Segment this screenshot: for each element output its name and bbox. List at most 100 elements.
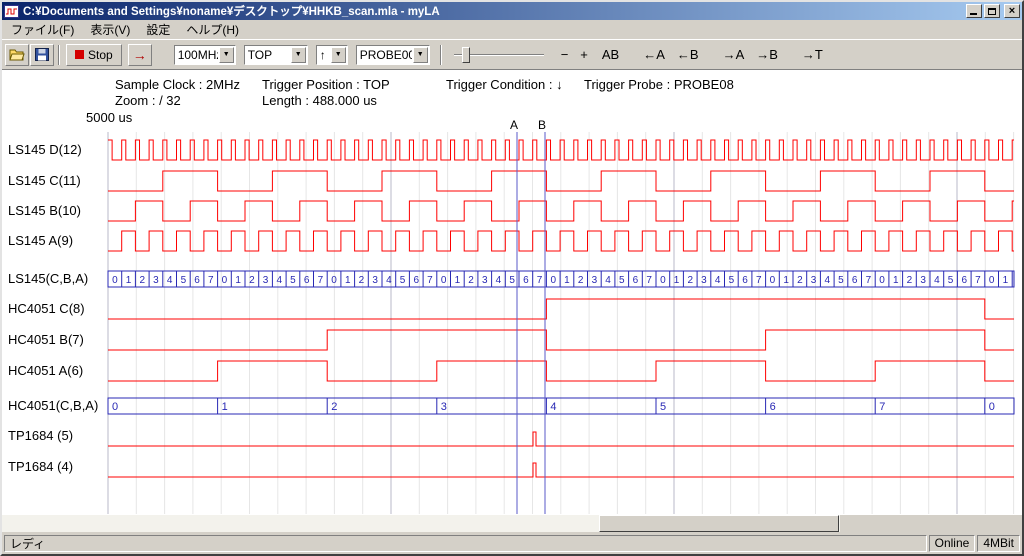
save-button[interactable] bbox=[30, 44, 54, 66]
floppy-disk-icon bbox=[35, 48, 49, 61]
bus-value: 3 bbox=[920, 275, 926, 286]
bus-value: 3 bbox=[592, 275, 598, 286]
app-icon bbox=[4, 4, 20, 18]
chevron-down-icon[interactable]: ▼ bbox=[413, 47, 428, 63]
zoom-out-button[interactable]: − bbox=[558, 44, 572, 66]
app-window: C:¥Documents and Settings¥noname¥デスクトップ¥… bbox=[0, 0, 1024, 556]
bus-value: 2 bbox=[331, 401, 337, 413]
bus-value: 3 bbox=[482, 275, 488, 286]
bus-value: 6 bbox=[852, 275, 858, 286]
cursor-label-b: B bbox=[538, 118, 546, 132]
bus-value: 1 bbox=[1003, 275, 1009, 286]
zoom-in-button[interactable]: + bbox=[577, 44, 591, 66]
sample-clock-combobox[interactable]: 100MHz ▼ bbox=[174, 45, 236, 65]
bus-value: 7 bbox=[975, 275, 981, 286]
bus-value: 3 bbox=[441, 401, 447, 413]
chevron-down-icon[interactable]: ▼ bbox=[219, 47, 234, 63]
close-button[interactable]: × bbox=[1004, 4, 1020, 18]
bus-value: 5 bbox=[619, 275, 625, 286]
scrollbar-thumb[interactable] bbox=[599, 515, 839, 532]
bus-value: 1 bbox=[345, 275, 351, 286]
goto-cursor-b-right-button[interactable]: →B bbox=[753, 44, 781, 66]
bus-value: 5 bbox=[181, 275, 187, 286]
bus-value: 1 bbox=[126, 275, 132, 286]
bus-value: 0 bbox=[331, 275, 337, 286]
sample-clock-value: 100MHz bbox=[175, 48, 218, 62]
bus-value: 1 bbox=[455, 275, 461, 286]
close-icon: × bbox=[1009, 6, 1015, 16]
bus-value: 3 bbox=[263, 275, 269, 286]
stop-label: Stop bbox=[88, 48, 113, 62]
bus-value: 6 bbox=[742, 275, 748, 286]
bus-value: 3 bbox=[811, 275, 817, 286]
bus-value: 4 bbox=[276, 275, 282, 286]
title-bar: C:¥Documents and Settings¥noname¥デスクトップ¥… bbox=[2, 2, 1022, 20]
trigger-edge-combobox[interactable]: ↑ ▼ bbox=[316, 45, 348, 65]
bus-value: 2 bbox=[249, 275, 255, 286]
zoom-slider-thumb[interactable] bbox=[462, 47, 470, 63]
ab-range-button[interactable]: AB bbox=[599, 44, 622, 66]
goto-cursor-a-left-button[interactable]: ←A bbox=[640, 44, 668, 66]
status-online: Online bbox=[929, 535, 976, 552]
bus-value: 7 bbox=[427, 275, 433, 286]
bus-value: 1 bbox=[564, 275, 570, 286]
bus-value: 4 bbox=[824, 275, 830, 286]
horizontal-scrollbar[interactable] bbox=[2, 515, 840, 532]
bus-value: 5 bbox=[400, 275, 406, 286]
waveform-plot[interactable]: 0123456701234567012345670123456701234567… bbox=[2, 70, 1022, 516]
maximize-button[interactable] bbox=[984, 4, 1000, 18]
cursor-label-a: A bbox=[510, 118, 518, 132]
bus-value: 7 bbox=[318, 275, 324, 286]
menu-view[interactable]: 表示(V) bbox=[82, 19, 138, 41]
chevron-down-icon[interactable]: ▼ bbox=[291, 47, 306, 63]
bus-value: 2 bbox=[907, 275, 913, 286]
goto-cursor-a-right-button[interactable]: →A bbox=[720, 44, 748, 66]
bus-value: 4 bbox=[934, 275, 940, 286]
menu-settings[interactable]: 設定 bbox=[138, 19, 178, 41]
bus-value: 3 bbox=[372, 275, 378, 286]
bus-value: 4 bbox=[605, 275, 611, 286]
bus-value: 1 bbox=[783, 275, 789, 286]
stop-button[interactable]: Stop bbox=[66, 44, 122, 66]
maximize-icon bbox=[988, 8, 996, 15]
toolbar-separator bbox=[58, 45, 60, 65]
bus-value: 2 bbox=[468, 275, 474, 286]
menu-file[interactable]: ファイル(F) bbox=[3, 19, 82, 41]
bus-value: 6 bbox=[194, 275, 200, 286]
bus-value: 0 bbox=[550, 275, 556, 286]
bus-value: 7 bbox=[537, 275, 543, 286]
bus-value: 5 bbox=[660, 401, 666, 413]
trigger-position-value: TOP bbox=[245, 48, 290, 62]
bus-value: 1 bbox=[893, 275, 899, 286]
scrollbar-area bbox=[2, 515, 1022, 532]
toolbar: Stop → 100MHz ▼ TOP ▼ ↑ ▼ PROBE00 ▼ − + … bbox=[2, 39, 1022, 69]
window-title: C:¥Documents and Settings¥noname¥デスクトップ¥… bbox=[23, 3, 964, 19]
run-button[interactable]: → bbox=[128, 44, 152, 66]
menu-help[interactable]: ヘルプ(H) bbox=[178, 19, 247, 41]
bus-value: 5 bbox=[729, 275, 735, 286]
bus-value: 4 bbox=[167, 275, 173, 286]
bus-value: 2 bbox=[578, 275, 584, 286]
goto-trigger-button[interactable]: →T bbox=[799, 44, 826, 66]
trigger-position-combobox[interactable]: TOP ▼ bbox=[244, 45, 308, 65]
bus-value: 6 bbox=[770, 401, 776, 413]
probe-combobox[interactable]: PROBE00 ▼ bbox=[356, 45, 430, 65]
minimize-button[interactable] bbox=[966, 4, 982, 18]
bus-value: 7 bbox=[756, 275, 762, 286]
bus-value: 0 bbox=[770, 275, 776, 286]
bus-value: 4 bbox=[496, 275, 502, 286]
status-bar: レディ Online 4MBit bbox=[2, 532, 1022, 554]
open-button[interactable] bbox=[5, 44, 29, 66]
chevron-down-icon[interactable]: ▼ bbox=[331, 47, 346, 63]
bus-value: 6 bbox=[413, 275, 419, 286]
status-memory: 4MBit bbox=[977, 535, 1020, 552]
run-arrow-icon: → bbox=[133, 47, 147, 63]
bus-value: 7 bbox=[879, 401, 885, 413]
bus-value: 7 bbox=[866, 275, 872, 286]
goto-cursor-b-left-button[interactable]: ←B bbox=[674, 44, 702, 66]
status-message: レディ bbox=[4, 535, 927, 552]
bus-value: 6 bbox=[961, 275, 967, 286]
probe-value: PROBE00 bbox=[357, 48, 412, 62]
bus-value: 4 bbox=[386, 275, 392, 286]
zoom-slider[interactable] bbox=[452, 45, 546, 65]
